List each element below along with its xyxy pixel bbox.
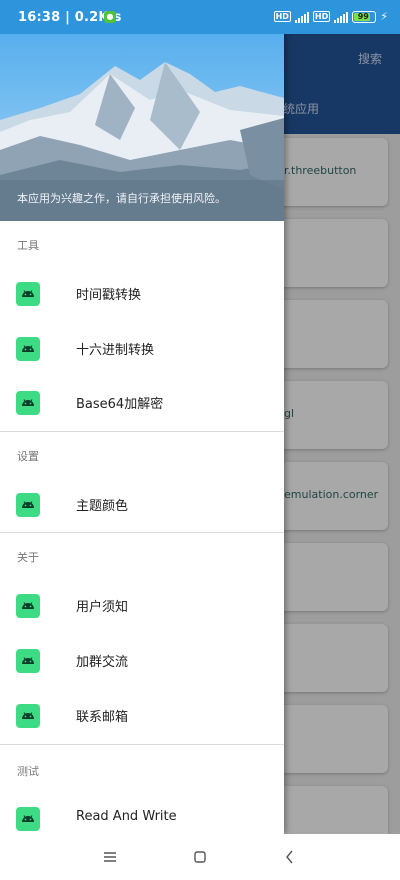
signal-icon <box>294 11 309 23</box>
charging-icon: ⚡ <box>380 10 388 23</box>
home-icon[interactable] <box>190 847 210 867</box>
divider <box>0 431 284 432</box>
menu-item-timestamp[interactable]: 时间戳转换 <box>0 268 284 320</box>
android-icon <box>16 594 40 618</box>
menu-item-label: 联系邮箱 <box>76 710 129 725</box>
navigation-drawer: 本应用为兴趣之作，请自行承担使用风险。 工具 时间戳转换 十六进制转换 Base… <box>0 0 284 834</box>
menu-item-label: 用户须知 <box>76 600 129 615</box>
android-icon <box>16 337 40 361</box>
menu-item-read-write[interactable]: Read And Write <box>0 793 284 834</box>
notification-icon: ● <box>104 11 116 23</box>
menu-item-hex[interactable]: 十六进制转换 <box>0 323 284 375</box>
menu-item-label: Base64加解密 <box>76 397 164 412</box>
divider <box>0 532 284 533</box>
android-icon <box>16 807 40 831</box>
disclaimer-text: 本应用为兴趣之作，请自行承担使用风险。 <box>17 192 226 205</box>
android-icon <box>16 704 40 728</box>
menu-item-join-group[interactable]: 加群交流 <box>0 635 284 687</box>
android-icon <box>16 649 40 673</box>
menu-item-user-notice[interactable]: 用户须知 <box>0 580 284 632</box>
android-icon <box>16 282 40 306</box>
status-icons: HD HD 99 ⚡ <box>273 10 388 23</box>
menu-item-theme-color[interactable]: 主题颜色 <box>0 479 284 531</box>
system-nav-bar <box>0 834 400 880</box>
section-title-settings: 设置 <box>17 450 39 463</box>
menu-item-base64[interactable]: Base64加解密 <box>0 377 284 429</box>
section-title-about: 关于 <box>17 551 39 564</box>
menu-item-label: 十六进制转换 <box>76 343 155 358</box>
section-title-tools: 工具 <box>17 239 39 252</box>
menu-item-label: Read And Write <box>76 809 177 824</box>
hd-icon-2: HD <box>312 11 331 22</box>
android-icon <box>16 391 40 415</box>
back-icon[interactable] <box>280 847 300 867</box>
menu-item-contact-email[interactable]: 联系邮箱 <box>0 690 284 742</box>
battery-icon: 99 <box>352 10 377 23</box>
menu-item-label: 时间戳转换 <box>76 288 142 303</box>
menu-item-label: 主题颜色 <box>76 499 129 514</box>
menu-item-label: 加群交流 <box>76 655 129 670</box>
status-bar: 16:38 | 0.2K/s ● HD HD 99 ⚡ <box>0 0 400 34</box>
divider <box>0 744 284 745</box>
signal-icon-2 <box>334 11 349 23</box>
android-icon <box>16 493 40 517</box>
section-title-test: 测试 <box>17 765 39 778</box>
menu-icon[interactable] <box>100 847 120 867</box>
hd-icon: HD <box>273 11 291 22</box>
